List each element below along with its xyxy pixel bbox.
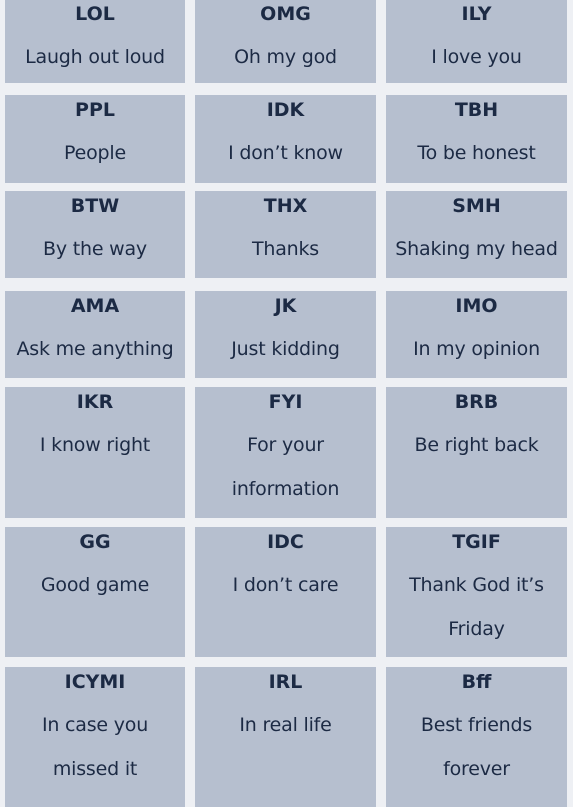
acronym: AMA bbox=[70, 295, 120, 317]
acronym-card: JK Just kidding bbox=[195, 291, 376, 378]
acronym-meaning: Thank God it’s Friday bbox=[386, 563, 567, 651]
acronym-card: LOL Laugh out loud bbox=[5, 0, 185, 83]
meaning-line: I don’t care bbox=[232, 574, 339, 596]
meaning-line: Just kidding bbox=[231, 338, 340, 360]
acronym-card: BRB Be right back bbox=[386, 387, 567, 518]
acronym-meaning: Shaking my head bbox=[386, 227, 567, 271]
acronym-meaning: In case you missed it bbox=[5, 703, 185, 791]
meaning-line: By the way bbox=[43, 238, 147, 260]
acronym: IDC bbox=[267, 531, 304, 553]
meaning-line: To be honest bbox=[417, 142, 536, 164]
acronym-card: FYI For your information bbox=[195, 387, 376, 518]
meaning-line: For your bbox=[247, 434, 324, 456]
acronym-card: IKR I know right bbox=[5, 387, 185, 518]
acronym-card: GG Good game bbox=[5, 527, 185, 657]
acronym-meaning: Thanks bbox=[195, 227, 376, 271]
acronym: OMG bbox=[260, 3, 311, 25]
acronym: GG bbox=[79, 531, 111, 553]
acronym-card: AMA Ask me anything bbox=[5, 291, 185, 378]
meaning-line: In case you bbox=[41, 714, 149, 736]
acronym: BTW bbox=[70, 195, 120, 217]
acronym: IMO bbox=[455, 295, 498, 317]
acronym-card: BTW By the way bbox=[5, 191, 185, 278]
meaning-line: Ask me anything bbox=[16, 338, 174, 360]
acronym-meaning: Laugh out loud bbox=[5, 35, 185, 79]
acronym: IKR bbox=[76, 391, 114, 413]
meaning-line: forever bbox=[443, 758, 510, 780]
acronym: TBH bbox=[454, 99, 499, 121]
acronym-meaning: By the way bbox=[5, 227, 185, 271]
acronym-meaning: I don’t care bbox=[195, 563, 376, 607]
acronym-card: SMH Shaking my head bbox=[386, 191, 567, 278]
acronym: ICYMI bbox=[64, 671, 126, 693]
acronym-meaning: Best friends forever bbox=[386, 703, 567, 791]
acronym-meaning: Ask me anything bbox=[5, 327, 185, 371]
acronym-card: Bff Best friends forever bbox=[386, 667, 567, 807]
meaning-line: Friday bbox=[448, 618, 505, 640]
meaning-line: In my opinion bbox=[413, 338, 540, 360]
acronym-meaning: In real life bbox=[195, 703, 376, 747]
acronym-meaning: I know right bbox=[5, 423, 185, 467]
acronym-card: ILY I love you bbox=[386, 0, 567, 83]
meaning-line: Laugh out loud bbox=[25, 46, 165, 68]
acronym-meaning: I don’t know bbox=[195, 131, 376, 175]
acronym-card: THX Thanks bbox=[195, 191, 376, 278]
meaning-line: In real life bbox=[239, 714, 332, 736]
acronym: BRB bbox=[454, 391, 499, 413]
acronym-meaning: People bbox=[5, 131, 185, 175]
acronym-meaning: For your information bbox=[195, 423, 376, 511]
acronym-meaning: Just kidding bbox=[195, 327, 376, 371]
meaning-line: Thank God it’s bbox=[409, 574, 544, 596]
acronym-meaning: Good game bbox=[5, 563, 185, 607]
acronym: TGIF bbox=[452, 531, 501, 553]
acronym-meaning: Be right back bbox=[386, 423, 567, 467]
acronym-card: IDC I don’t care bbox=[195, 527, 376, 657]
meaning-line: Shaking my head bbox=[395, 238, 558, 260]
acronym-card: TGIF Thank God it’s Friday bbox=[386, 527, 567, 657]
acronym: IRL bbox=[268, 671, 303, 693]
acronym: PPL bbox=[75, 99, 115, 121]
acronym-card: PPL People bbox=[5, 95, 185, 183]
acronym: SMH bbox=[452, 195, 501, 217]
acronym-meaning: In my opinion bbox=[386, 327, 567, 371]
acronym-card: IMO In my opinion bbox=[386, 291, 567, 378]
acronym: IDK bbox=[266, 99, 305, 121]
acronym-meaning: I love you bbox=[386, 35, 567, 79]
acronym-card: OMG Oh my god bbox=[195, 0, 376, 83]
meaning-line: missed it bbox=[52, 758, 138, 780]
acronym-card: IRL In real life bbox=[195, 667, 376, 807]
acronym-card: IDK I don’t know bbox=[195, 95, 376, 183]
acronym-meaning: To be honest bbox=[386, 131, 567, 175]
acronym: LOL bbox=[75, 3, 115, 25]
acronym: JK bbox=[274, 295, 297, 317]
meaning-line: People bbox=[64, 142, 126, 164]
meaning-line: I don’t know bbox=[228, 142, 343, 164]
meaning-line: Best friends bbox=[420, 714, 533, 736]
acronym: Bff bbox=[461, 671, 492, 693]
acronym: FYI bbox=[268, 391, 303, 413]
meaning-line: Oh my god bbox=[234, 46, 337, 68]
meaning-line: I know right bbox=[39, 434, 151, 456]
acronym-meaning: Oh my god bbox=[195, 35, 376, 79]
acronym: ILY bbox=[461, 3, 492, 25]
meaning-line: information bbox=[231, 478, 340, 500]
acronym: THX bbox=[263, 195, 308, 217]
meaning-line: Thanks bbox=[251, 238, 320, 260]
meaning-line: Good game bbox=[40, 574, 150, 596]
acronym-card: TBH To be honest bbox=[386, 95, 567, 183]
meaning-line: I love you bbox=[431, 46, 522, 68]
acronym-card: ICYMI In case you missed it bbox=[5, 667, 185, 807]
meaning-line: Be right back bbox=[414, 434, 539, 456]
